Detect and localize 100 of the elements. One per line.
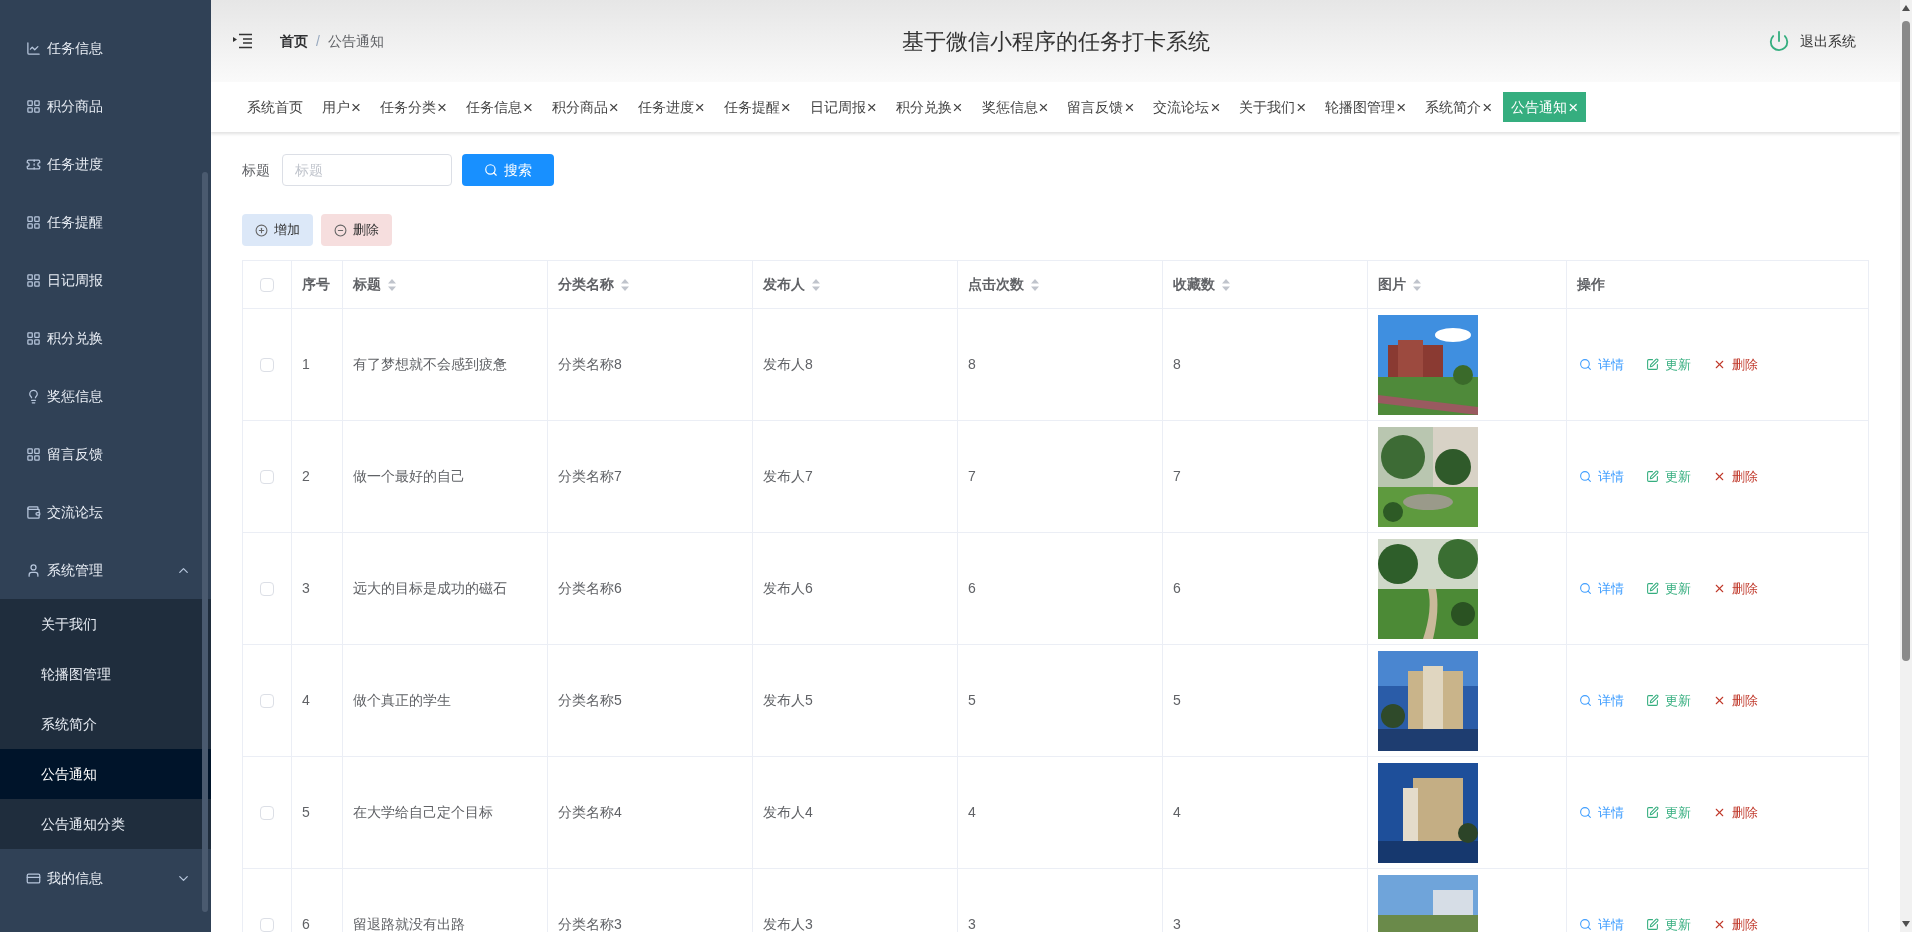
grid-icon: [26, 98, 41, 114]
checkbox[interactable]: [260, 357, 274, 372]
submenu-item[interactable]: 公告通知分类: [0, 799, 211, 849]
table-cell-text: 分类名称7: [558, 467, 622, 486]
table-cell-text: 发布人7: [763, 467, 813, 486]
submenu-item[interactable]: 系统简介: [0, 699, 211, 749]
scrollbar-thumb[interactable]: [1902, 21, 1910, 661]
page-tab[interactable]: 关于我们×: [1231, 92, 1315, 122]
sort-icon[interactable]: [1221, 277, 1231, 292]
table-cell-text: 2: [302, 467, 310, 486]
table-cell-text: 发布人6: [763, 579, 813, 598]
page-tab[interactable]: 交流论坛×: [1145, 92, 1229, 122]
checkbox[interactable]: [260, 693, 274, 708]
delete-link[interactable]: 删除: [1713, 690, 1758, 711]
search-icon: [1579, 806, 1592, 819]
edit-icon: [1646, 694, 1659, 707]
delete-link[interactable]: 删除: [1713, 578, 1758, 599]
tab-close[interactable]: ×: [1124, 98, 1135, 116]
search-icon: [484, 163, 498, 177]
sidebar-item[interactable]: 积分兑换: [0, 309, 211, 367]
page-tab[interactable]: 任务分类×: [371, 92, 455, 122]
tab-close[interactable]: ×: [436, 98, 447, 116]
delete-link[interactable]: 删除: [1713, 466, 1758, 487]
sort-icon[interactable]: [620, 277, 630, 292]
delete-button[interactable]: 删除: [321, 214, 392, 246]
table-cell-text: 8: [968, 355, 976, 374]
sidebar-item[interactable]: 系统管理: [0, 541, 211, 599]
tab-close[interactable]: ×: [866, 98, 877, 116]
search-label: 标题: [242, 160, 270, 180]
page-tab[interactable]: 任务进度×: [629, 92, 713, 122]
column-header: 标题: [353, 275, 381, 294]
checkbox[interactable]: [260, 469, 274, 484]
delete-link[interactable]: 删除: [1713, 802, 1758, 823]
submenu-item[interactable]: 轮播图管理: [0, 649, 211, 699]
add-button[interactable]: 增加: [242, 214, 313, 246]
ticket-icon: [26, 156, 41, 172]
tab-close[interactable]: ×: [1482, 98, 1493, 116]
tab-close[interactable]: ×: [351, 98, 361, 116]
search-field[interactable]: 标题: [282, 154, 452, 186]
tab-close[interactable]: ×: [1038, 98, 1049, 116]
sidebar-item[interactable]: 任务信息: [0, 19, 211, 77]
column-header: 收藏数: [1173, 275, 1215, 294]
tab-close[interactable]: ×: [694, 98, 705, 116]
scroll-down-icon[interactable]: [1902, 921, 1910, 927]
table-cell-text: 分类名称5: [558, 691, 622, 710]
tab-close[interactable]: ×: [1396, 98, 1407, 116]
logout-button[interactable]: 退出系统: [1768, 30, 1856, 52]
page-tab[interactable]: 日记周报×: [801, 92, 885, 122]
table-cell-text: 7: [1173, 467, 1181, 486]
column-header: 操作: [1577, 275, 1605, 294]
page-tab[interactable]: 任务信息×: [457, 92, 541, 122]
tab-close[interactable]: ×: [780, 98, 791, 116]
grid-icon: [26, 446, 41, 462]
tab-close[interactable]: ×: [522, 98, 533, 116]
page-tab[interactable]: 积分兑换×: [887, 92, 971, 122]
sort-icon[interactable]: [811, 277, 821, 292]
submenu-item[interactable]: 公告通知: [0, 749, 211, 799]
checkbox[interactable]: [260, 917, 274, 932]
sidebar-item[interactable]: 留言反馈: [0, 425, 211, 483]
breadcrumb-item[interactable]: 首页: [280, 30, 308, 52]
sidebar-item[interactable]: 我的信息: [0, 849, 211, 907]
tab-close[interactable]: ×: [952, 98, 963, 116]
menu-toggle-icon[interactable]: [233, 33, 253, 49]
page-tab[interactable]: 用户×: [314, 92, 369, 122]
tab-close[interactable]: ×: [608, 98, 619, 116]
page-tab[interactable]: 奖惩信息×: [973, 92, 1057, 122]
table-cell-text: 分类名称3: [558, 915, 622, 932]
checkbox[interactable]: [260, 805, 274, 820]
bulb-icon: [26, 388, 41, 404]
sidebar-item[interactable]: 任务进度: [0, 135, 211, 193]
page-tab[interactable]: 任务提醒×: [715, 92, 799, 122]
sidebar-item[interactable]: 交流论坛: [0, 483, 211, 541]
page-tab[interactable]: 轮播图管理×: [1317, 92, 1415, 122]
table-cell-text: 6: [302, 915, 310, 932]
search-icon: [1579, 918, 1592, 931]
tab-close[interactable]: ×: [1210, 98, 1221, 116]
page-tab[interactable]: 系统首页: [239, 92, 311, 122]
sort-icon[interactable]: [387, 277, 397, 292]
checkbox[interactable]: [260, 581, 274, 596]
page-tab[interactable]: 系统简介×: [1417, 92, 1501, 122]
scrollbar-thumb[interactable]: [202, 172, 208, 912]
page-tab[interactable]: 积分商品×: [543, 92, 627, 122]
table-cell-text: 分类名称8: [558, 355, 622, 374]
page-tab[interactable]: 留言反馈×: [1059, 92, 1143, 122]
delete-link[interactable]: 删除: [1713, 914, 1758, 932]
scroll-up-icon[interactable]: [1902, 5, 1910, 11]
sidebar-item[interactable]: 奖惩信息: [0, 367, 211, 425]
sidebar-item[interactable]: 积分商品: [0, 77, 211, 135]
checkbox[interactable]: [260, 277, 274, 292]
page-title: 基于微信小程序的任务打卡系统: [901, 27, 1210, 56]
delete-link[interactable]: 删除: [1713, 354, 1758, 375]
sort-icon[interactable]: [1412, 277, 1422, 292]
column-header: 分类名称: [558, 275, 614, 294]
sidebar-item[interactable]: 任务提醒: [0, 193, 211, 251]
close-icon: [1713, 694, 1726, 707]
sidebar-item[interactable]: 日记周报: [0, 251, 211, 309]
sort-icon[interactable]: [1030, 277, 1040, 292]
submenu-item[interactable]: 关于我们: [0, 599, 211, 649]
tab-close[interactable]: ×: [1296, 98, 1307, 116]
user-icon: [26, 562, 41, 578]
